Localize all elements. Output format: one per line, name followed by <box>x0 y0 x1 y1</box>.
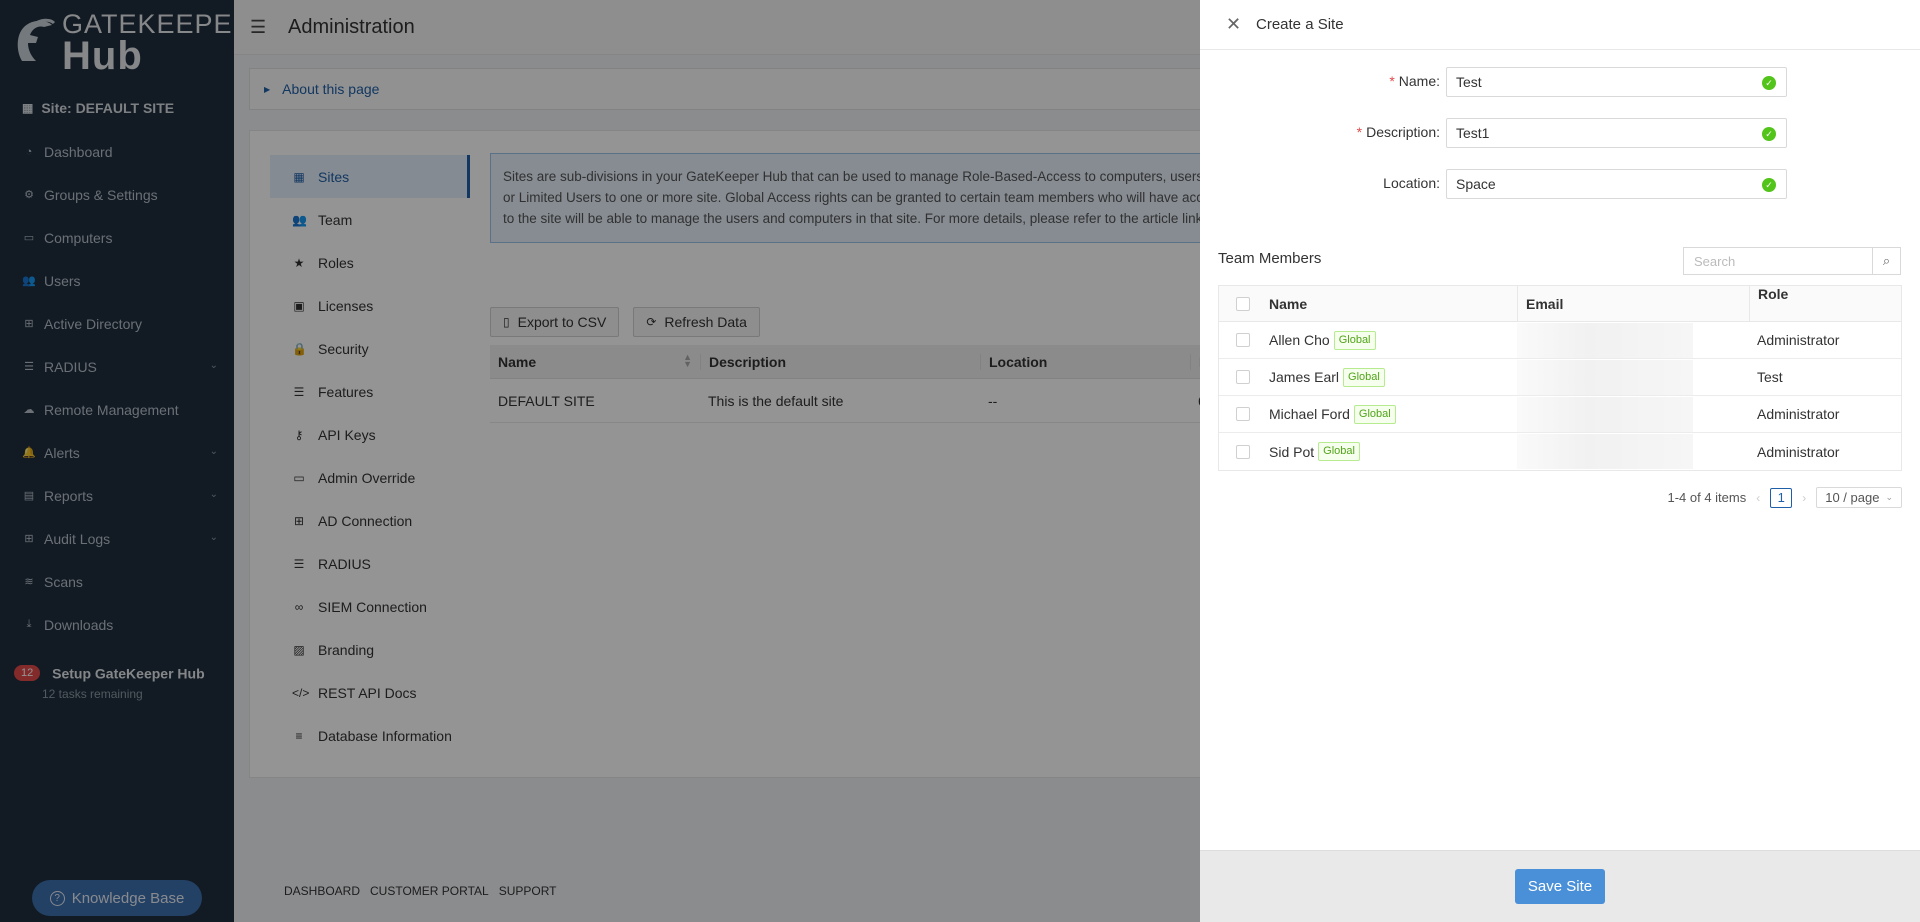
drawer-footer: Save Site <box>1200 850 1920 922</box>
member-name: Sid Pot <box>1269 443 1315 460</box>
table-row[interactable]: James Earl Global Test <box>1219 359 1901 396</box>
member-name-cell: Sid Pot Global <box>1267 442 1517 461</box>
row-checkbox[interactable] <box>1236 370 1250 384</box>
location-input[interactable]: Space ✓ <box>1446 169 1787 199</box>
global-tag: Global <box>1353 404 1396 424</box>
pagination-summary: 1-4 of 4 items <box>1667 490 1747 505</box>
team-members-table: Name Email Role Allen Cho Global Administr… <box>1218 285 1902 471</box>
location-row: Location: Space ✓ <box>1200 169 1920 199</box>
row-checkbox[interactable] <box>1236 407 1250 421</box>
prev-page-icon[interactable]: ‹ <box>1756 491 1760 505</box>
create-site-drawer: ✕ Create a Site * Name: Test ✓ * Descripti… <box>1200 0 1920 922</box>
table-row[interactable]: Allen Cho Global Administrator <box>1219 322 1901 359</box>
member-role-cell: Test <box>1757 369 1783 385</box>
member-role-cell: Administrator <box>1757 443 1840 460</box>
member-name: Michael Ford <box>1269 406 1350 422</box>
column-header-name[interactable]: Name <box>1267 286 1517 321</box>
member-name-cell: James Earl Global <box>1267 367 1517 387</box>
name-label: * Name: <box>1389 73 1440 89</box>
redacted-email <box>1517 397 1693 432</box>
name-input[interactable]: Test ✓ <box>1446 67 1787 97</box>
close-icon[interactable]: ✕ <box>1226 14 1242 35</box>
team-search: Search ⌕ <box>1683 247 1901 275</box>
member-email-cell <box>1517 359 1749 395</box>
member-email-cell <box>1517 322 1749 358</box>
member-name: James Earl <box>1269 369 1340 385</box>
location-label: Location: <box>1383 175 1440 191</box>
select-all-checkbox[interactable] <box>1236 296 1250 311</box>
drawer-header: ✕ Create a Site <box>1200 0 1920 50</box>
row-checkbox[interactable] <box>1236 333 1250 347</box>
member-email-cell <box>1517 433 1749 470</box>
global-tag: Global <box>1318 442 1360 461</box>
column-header-email[interactable]: Email <box>1517 286 1749 321</box>
row-checkbox[interactable] <box>1236 444 1250 459</box>
search-icon[interactable]: ⌕ <box>1872 248 1900 274</box>
global-tag: Global <box>1333 330 1376 350</box>
page-size-select[interactable]: 10 / page ⌄ <box>1816 487 1902 508</box>
team-table-header: Name Email Role <box>1219 286 1901 322</box>
table-row[interactable]: Sid Pot Global Administrator <box>1219 433 1901 470</box>
global-tag: Global <box>1343 367 1385 387</box>
name-value: Test <box>1456 74 1482 90</box>
description-row: * Description: Test1 ✓ <box>1200 118 1920 148</box>
check-circle-icon: ✓ <box>1762 76 1776 90</box>
member-name-cell: Michael Ford Global <box>1267 404 1517 424</box>
location-value: Space <box>1456 176 1496 192</box>
redacted-email <box>1517 360 1693 395</box>
check-circle-icon: ✓ <box>1762 178 1776 192</box>
member-role-cell: Administrator <box>1757 332 1840 348</box>
next-page-icon[interactable]: › <box>1802 491 1806 505</box>
description-value: Test1 <box>1456 125 1490 141</box>
search-input[interactable]: Search <box>1684 248 1872 274</box>
save-site-button[interactable]: Save Site <box>1515 869 1605 904</box>
redacted-email <box>1517 434 1693 469</box>
redacted-email <box>1517 323 1693 358</box>
description-label: * Description: <box>1356 124 1440 140</box>
page-1-button[interactable]: 1 <box>1770 487 1793 508</box>
pagination: 1-4 of 4 items ‹ 1 › 10 / page ⌄ <box>1667 487 1902 508</box>
column-header-role[interactable]: Role <box>1749 286 1901 321</box>
member-email-cell <box>1517 396 1749 432</box>
name-row: * Name: Test ✓ <box>1200 67 1920 97</box>
team-members-title: Team Members <box>1218 250 1322 267</box>
description-input[interactable]: Test1 ✓ <box>1446 118 1787 148</box>
drawer-title: Create a Site <box>1256 16 1344 33</box>
member-role-cell: Administrator <box>1757 406 1840 422</box>
check-circle-icon: ✓ <box>1762 127 1776 141</box>
table-row[interactable]: Michael Ford Global Administrator <box>1219 396 1901 433</box>
chevron-down-icon: ⌄ <box>1885 492 1893 502</box>
member-name: Allen Cho <box>1269 332 1330 348</box>
member-name-cell: Allen Cho Global <box>1267 330 1517 350</box>
